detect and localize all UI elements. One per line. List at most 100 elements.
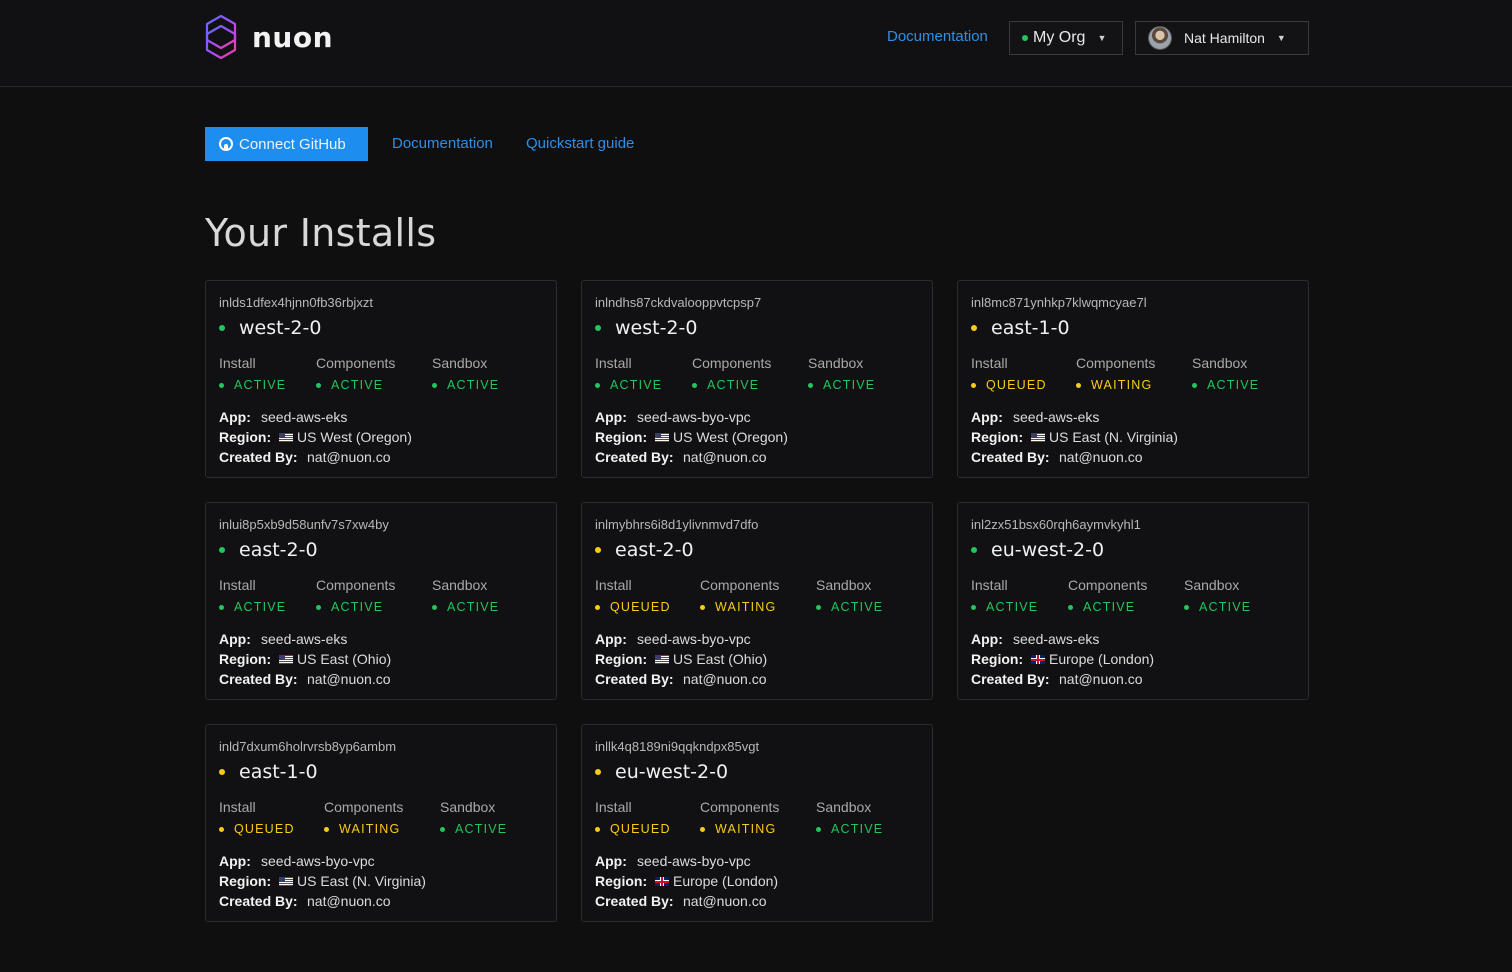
install-card[interactable]: inl8mc871ynhkp7klwqmcyae7l east-1-0 Inst… xyxy=(957,280,1309,478)
region-label: Region: xyxy=(595,429,648,445)
sandbox-status-value: ACTIVE xyxy=(816,600,883,614)
status-dot xyxy=(692,382,697,388)
components-status-text: ACTIVE xyxy=(707,378,760,392)
components-status-value: WAITING xyxy=(1076,378,1155,392)
status-dot xyxy=(595,325,601,331)
install-id: inllk4q8189ni9qqkndpx85vgt xyxy=(595,739,760,754)
app-label: App: xyxy=(219,631,251,647)
status-dot xyxy=(1068,604,1073,610)
status-dot xyxy=(219,769,225,775)
app-row: App: seed-aws-byo-vpc xyxy=(595,629,767,649)
sandbox-status: Sandbox ACTIVE xyxy=(1184,577,1251,614)
status-dot xyxy=(595,769,601,775)
install-status: Install ACTIVE xyxy=(219,355,286,392)
region-label: Region: xyxy=(595,651,648,667)
header-documentation-link[interactable]: Documentation xyxy=(887,28,988,45)
install-card[interactable]: inld7dxum6holrvrsb8yp6ambm east-1-0 Inst… xyxy=(205,724,557,922)
install-name: west-2-0 xyxy=(239,317,322,339)
status-dot xyxy=(324,826,329,832)
region-label: Region: xyxy=(219,651,272,667)
app-value: seed-aws-eks xyxy=(261,409,348,425)
status-dot xyxy=(1076,382,1081,388)
avatar xyxy=(1148,26,1172,50)
install-name: east-1-0 xyxy=(991,317,1070,339)
install-status-label: Install xyxy=(595,355,632,371)
install-card[interactable]: inlds1dfex4hjnn0fb36rbjxzt west-2-0 Inst… xyxy=(205,280,557,478)
components-status-value: ACTIVE xyxy=(316,378,395,392)
documentation-link[interactable]: Documentation xyxy=(392,135,493,152)
install-status-value: QUEUED xyxy=(595,822,671,836)
org-label: My Org xyxy=(1033,29,1086,46)
install-status: Install ACTIVE xyxy=(595,355,662,392)
components-status-text: WAITING xyxy=(715,822,777,836)
install-status-text: QUEUED xyxy=(234,822,295,836)
app-label: App: xyxy=(219,409,251,425)
uk-flag-icon xyxy=(655,877,669,886)
sandbox-status: Sandbox ACTIVE xyxy=(816,799,883,836)
components-status-label: Components xyxy=(316,577,396,593)
install-card[interactable]: inl2zx51bsx60rqh6aymvkyhl1 eu-west-2-0 I… xyxy=(957,502,1309,700)
sandbox-status-value: ACTIVE xyxy=(432,600,499,614)
install-name-row: eu-west-2-0 xyxy=(595,761,728,783)
components-status-text: WAITING xyxy=(1091,378,1153,392)
status-dot xyxy=(219,547,225,553)
connect-github-button[interactable]: Connect GitHub xyxy=(205,127,368,161)
sandbox-status: Sandbox ACTIVE xyxy=(432,355,499,392)
install-card[interactable]: inlui8p5xb9d58unfv7s7xw4by east-2-0 Inst… xyxy=(205,502,557,700)
created-by-row: Created By: nat@nuon.co xyxy=(971,669,1154,689)
install-status-value: ACTIVE xyxy=(595,378,662,392)
install-card[interactable]: inlmybhrs6i8d1ylivnmvd7dfo east-2-0 Inst… xyxy=(581,502,933,700)
install-card[interactable]: inllk4q8189ni9qqkndpx85vgt eu-west-2-0 I… xyxy=(581,724,933,922)
install-name-row: east-1-0 xyxy=(219,761,318,783)
install-status-text: QUEUED xyxy=(610,600,671,614)
org-selector[interactable]: My Org ▼ xyxy=(1009,21,1123,55)
created-by-label: Created By: xyxy=(219,671,298,687)
chevron-down-icon: ▼ xyxy=(1276,33,1286,43)
install-status-label: Install xyxy=(219,355,256,371)
install-status-value: QUEUED xyxy=(219,822,295,836)
components-status-text: WAITING xyxy=(339,822,401,836)
app-row: App: seed-aws-eks xyxy=(971,629,1154,649)
app-value: seed-aws-eks xyxy=(1013,631,1100,647)
sandbox-status: Sandbox ACTIVE xyxy=(440,799,507,836)
quickstart-guide-link[interactable]: Quickstart guide xyxy=(526,135,634,152)
github-icon xyxy=(219,137,233,151)
install-status: Install ACTIVE xyxy=(971,577,1038,614)
created-by-row: Created By: nat@nuon.co xyxy=(595,891,778,911)
created-by-value: nat@nuon.co xyxy=(1059,449,1143,465)
region-label: Region: xyxy=(219,873,272,889)
components-status-label: Components xyxy=(692,355,772,371)
sandbox-status-label: Sandbox xyxy=(1184,577,1240,593)
install-status: Install QUEUED xyxy=(219,799,295,836)
install-card[interactable]: inlndhs87ckdvalooppvtcpsp7 west-2-0 Inst… xyxy=(581,280,933,478)
sandbox-status-value: ACTIVE xyxy=(816,822,883,836)
page-title: Your Installs xyxy=(205,211,437,255)
status-dot xyxy=(808,382,813,388)
region-value: US West (Oregon) xyxy=(673,429,788,445)
nuon-logo[interactable]: nuon xyxy=(204,14,333,60)
app-value: seed-aws-byo-vpc xyxy=(637,409,751,425)
install-name: east-1-0 xyxy=(239,761,318,783)
status-dot xyxy=(700,826,705,832)
sandbox-status-text: ACTIVE xyxy=(447,600,500,614)
install-name-row: east-2-0 xyxy=(595,539,694,561)
region-value: US East (Ohio) xyxy=(297,651,392,667)
created-by-label: Created By: xyxy=(595,449,674,465)
created-by-value: nat@nuon.co xyxy=(307,671,391,687)
connect-github-label: Connect GitHub xyxy=(239,135,346,153)
us-flag-icon xyxy=(279,433,293,442)
user-menu[interactable]: Nat Hamilton ▼ xyxy=(1135,21,1309,55)
region-row: Region: US East (Ohio) xyxy=(219,649,391,669)
components-status: Components ACTIVE xyxy=(692,355,771,392)
install-status-value: QUEUED xyxy=(595,600,671,614)
us-flag-icon xyxy=(279,877,293,886)
install-meta: App: seed-aws-eks Region: US West (Oregon)… xyxy=(219,407,412,467)
status-dot xyxy=(971,382,976,388)
install-status-label: Install xyxy=(595,799,632,815)
sandbox-status-label: Sandbox xyxy=(808,355,864,371)
install-id: inlmybhrs6i8d1ylivnmvd7dfo xyxy=(595,517,759,532)
install-status-label: Install xyxy=(595,577,632,593)
status-dot xyxy=(816,604,821,610)
app-row: App: seed-aws-byo-vpc xyxy=(219,851,426,871)
us-flag-icon xyxy=(655,655,669,664)
